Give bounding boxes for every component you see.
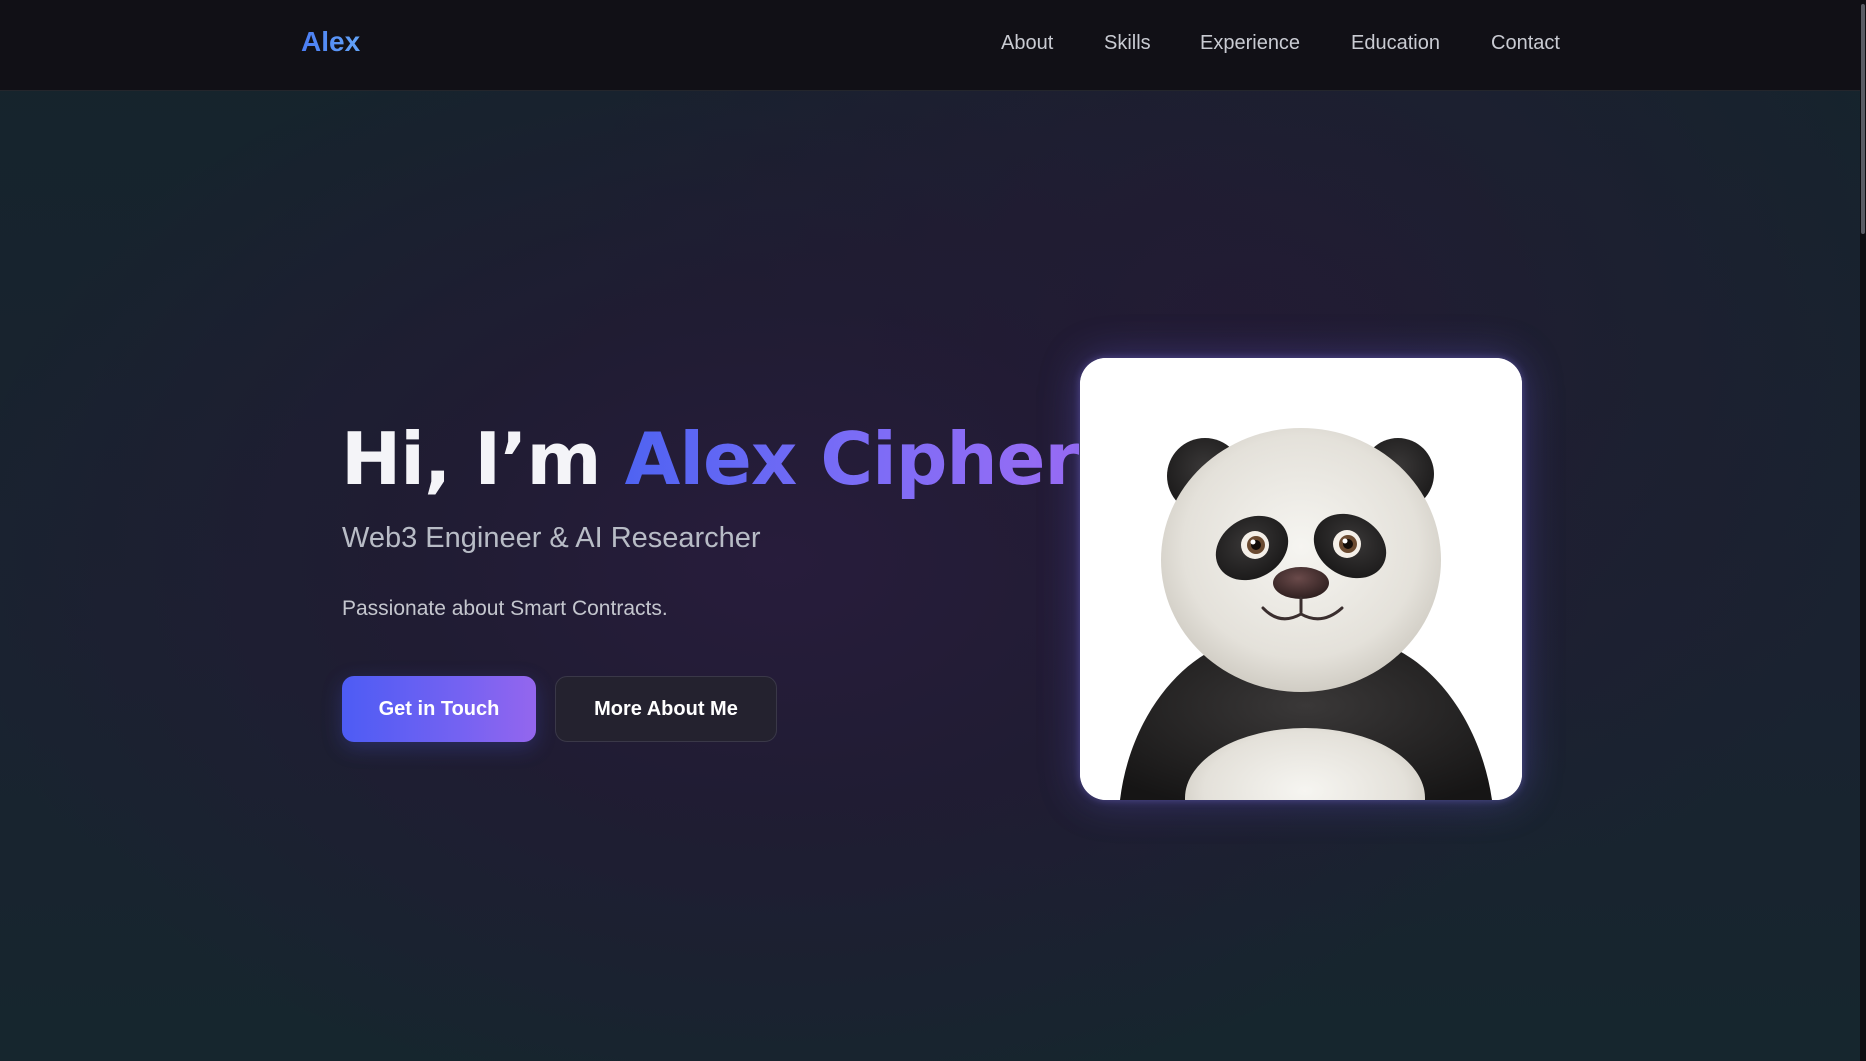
hero-greeting: Hi, I’m: [341, 417, 625, 501]
nav-link-education[interactable]: Education: [1351, 32, 1440, 55]
get-in-touch-button[interactable]: Get in Touch: [342, 676, 536, 742]
page-background: [0, 0, 1866, 1061]
nav-links: About Skills Experience Education Contac…: [0, 32, 1866, 62]
hero-subtitle: Web3 Engineer & AI Researcher: [342, 522, 761, 554]
panda-avatar-icon: [1080, 358, 1522, 800]
page-scrollbar[interactable]: [1860, 0, 1866, 1061]
nav-link-contact[interactable]: Contact: [1491, 32, 1560, 55]
hero-tagline: Passionate about Smart Contracts.: [342, 597, 668, 620]
scrollbar-thumb[interactable]: [1861, 4, 1865, 234]
nav-link-about[interactable]: About: [1001, 32, 1053, 55]
more-about-me-button[interactable]: More About Me: [555, 676, 777, 742]
nav-link-experience[interactable]: Experience: [1200, 32, 1300, 55]
profile-photo-card: [1080, 358, 1522, 800]
navbar: Alex About Skills Experience Education C…: [0, 0, 1866, 91]
nav-link-skills[interactable]: Skills: [1104, 32, 1151, 55]
hero-name: Alex Cipher: [624, 417, 1080, 501]
hero-title: Hi, I’m Alex Cipher: [341, 414, 1080, 504]
